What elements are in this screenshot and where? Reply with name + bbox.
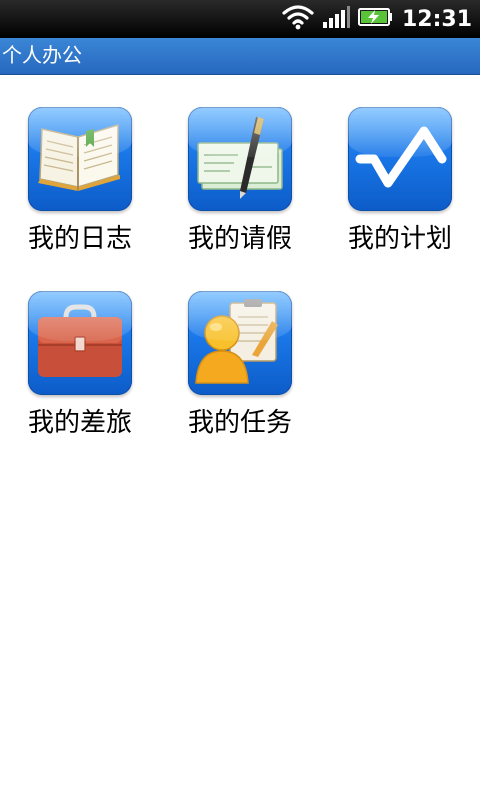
tile-plan[interactable]: 我的计划 <box>320 105 480 270</box>
tile-label: 我的请假 <box>187 224 292 254</box>
tile-label: 我的日志 <box>27 224 132 254</box>
tile-business-trip[interactable]: 我的差旅 <box>0 289 160 454</box>
open-book-icon <box>28 107 132 211</box>
tile-label: 我的差旅 <box>27 408 132 438</box>
title-bar: 个人办公 <box>0 38 480 75</box>
page-title: 个人办公 <box>2 43 82 67</box>
status-time: 12:31 <box>401 6 472 32</box>
wifi-icon <box>282 4 314 34</box>
status-icons: 12:31 <box>282 0 472 38</box>
pen-on-cheque-icon <box>188 107 292 211</box>
tile-leave-request[interactable]: 我的请假 <box>160 105 320 270</box>
status-bar: 12:31 <box>0 0 480 38</box>
tile-tasks[interactable]: 我的任务 <box>160 289 320 454</box>
tile-work-log[interactable]: 我的日志 <box>0 105 160 270</box>
person-clipboard-icon <box>188 291 292 395</box>
check-wave-icon <box>348 107 452 211</box>
briefcase-icon <box>28 291 132 395</box>
tile-label: 我的计划 <box>347 224 452 254</box>
signal-bars-icon <box>322 6 350 32</box>
tile-label: 我的任务 <box>187 408 292 438</box>
battery-charging-icon <box>357 7 394 31</box>
